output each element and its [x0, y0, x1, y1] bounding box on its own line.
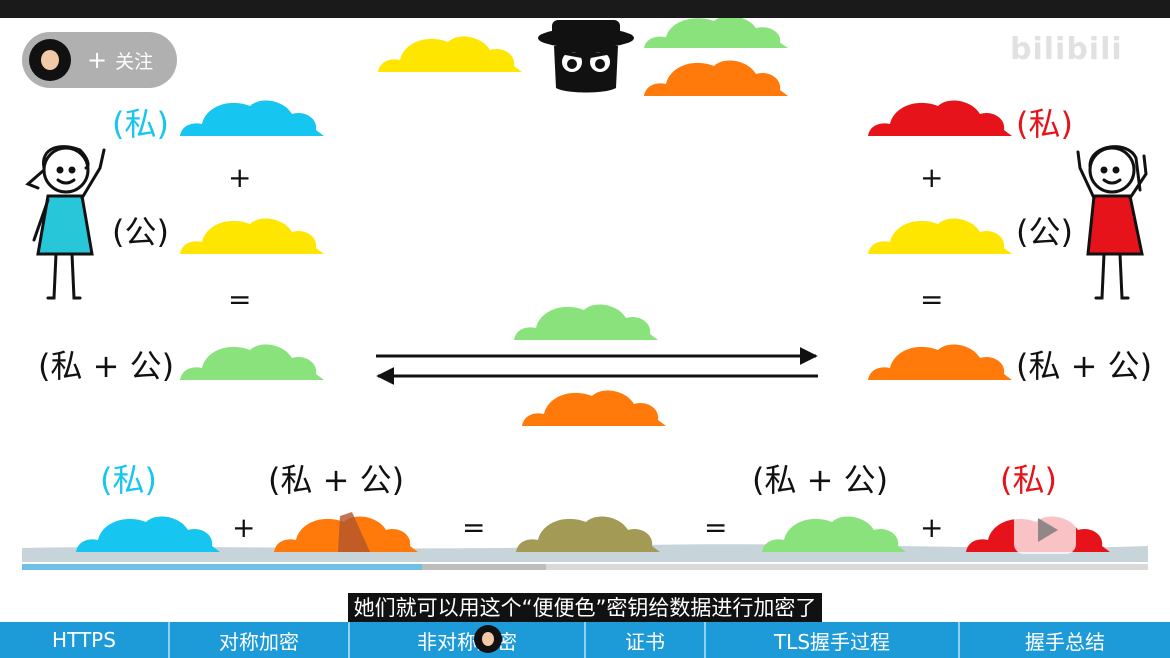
right-girl-figure: [1076, 145, 1148, 300]
left-girl-figure: [25, 145, 106, 300]
left-plus-sign: +: [228, 161, 252, 194]
uploader-avatar[interactable]: [29, 39, 71, 81]
right-red-blob: [868, 100, 1012, 136]
bilibili-watermark: bilibili: [1010, 32, 1123, 69]
watermark-brand: bilibili: [1010, 32, 1123, 67]
diagram-canvas: [22, 18, 1148, 562]
chapter-position-marker[interactable]: [474, 625, 502, 653]
left-cyan-blob: [180, 100, 324, 136]
left-green-blob: [180, 344, 324, 380]
video-frame[interactable]: (私) + (公) = (私 + 公) (私) + (公) = (私 + 公) …: [0, 18, 1170, 622]
bottom-mix-right-label: (私 + 公): [752, 461, 889, 499]
left-equals-sign: =: [228, 283, 252, 316]
chapter-https[interactable]: HTTPS: [0, 622, 170, 658]
right-plus-sign: +: [920, 161, 944, 194]
left-yellow-blob: [180, 218, 324, 254]
bottom-equals-sign-2: =: [704, 511, 728, 544]
chapter-handshake-summary[interactable]: 握手总结: [960, 622, 1170, 658]
chapter-symmetric-encryption[interactable]: 对称加密: [170, 622, 350, 658]
chapter-tls-handshake[interactable]: TLS握手过程: [706, 622, 960, 658]
left-private-label: (私): [112, 105, 169, 143]
video-progress-bar[interactable]: [22, 564, 1148, 570]
window-top-bar: [0, 0, 1170, 18]
middle-orange-blob: [522, 390, 666, 426]
right-yellow-blob: [868, 218, 1012, 254]
plus-icon: +: [87, 46, 108, 74]
play-icon: [1014, 500, 1076, 554]
left-public-label: (公): [112, 213, 169, 251]
play-button[interactable]: [1010, 496, 1080, 558]
chapter-asymmetric-encryption[interactable]: 非对称加密: [350, 622, 586, 658]
bottom-private-left-label: (私): [100, 461, 157, 499]
bottom-cyan-blob: [76, 516, 220, 552]
progress-played: [22, 564, 422, 570]
right-mix-label: (私 + 公): [1016, 347, 1153, 385]
bottom-equals-sign-1: =: [462, 511, 486, 544]
follow-label: 关注: [115, 50, 154, 73]
subtitle-caption: 她们就可以用这个“便便色”密钥给数据进行加密了: [0, 592, 1170, 622]
bottom-plus-sign-2: +: [920, 511, 944, 544]
chapter-certificate[interactable]: 证书: [586, 622, 706, 658]
subtitle-text: 她们就可以用这个“便便色”密钥给数据进行加密了: [347, 593, 823, 622]
right-orange-blob: [868, 344, 1012, 380]
top-yellow-blob: [378, 36, 522, 72]
bottom-private-right-label: (私): [1000, 461, 1057, 499]
middle-green-blob: [514, 304, 658, 340]
bottom-plus-sign-1: +: [232, 511, 256, 544]
bottom-green-blob: [762, 516, 906, 552]
chapter-bar: HTTPS 对称加密 非对称加密 证书 TLS握手过程 握手总结: [0, 622, 1170, 658]
top-green-blob: [644, 18, 788, 48]
left-mix-label: (私 + 公): [38, 347, 175, 385]
bottom-mix-left-label: (私 + 公): [268, 461, 405, 499]
right-private-label: (私): [1016, 105, 1073, 143]
eavesdropper-spy-icon: [538, 20, 634, 93]
follow-uploader-button[interactable]: + 关注: [22, 32, 177, 88]
bottom-olive-blob: [516, 516, 660, 552]
right-equals-sign: =: [920, 283, 944, 316]
right-public-label: (公): [1016, 213, 1073, 251]
top-orange-blob: [644, 60, 788, 96]
